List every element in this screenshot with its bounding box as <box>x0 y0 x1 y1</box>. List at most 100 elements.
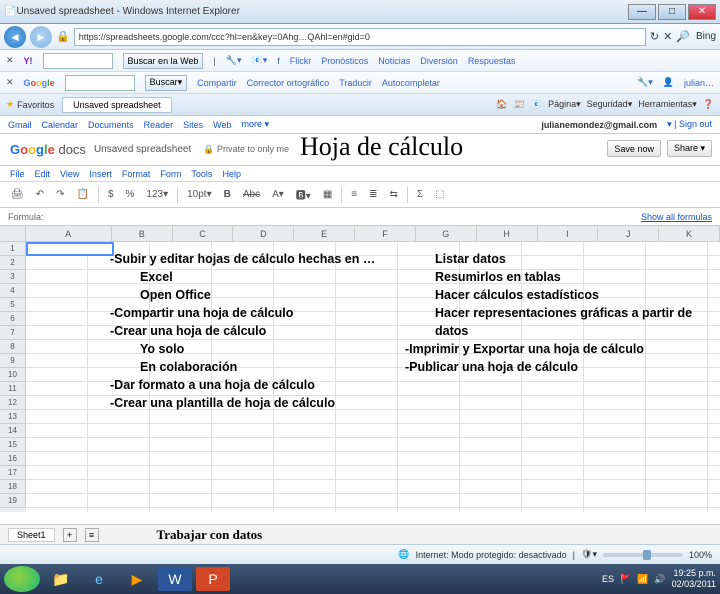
row-19[interactable]: 19 <box>0 494 26 508</box>
google-search-input[interactable] <box>65 75 135 91</box>
row-5[interactable]: 5 <box>0 298 26 312</box>
search-provider-icon[interactable]: 🔎 <box>676 30 690 43</box>
system-tray[interactable]: ES 🚩 📶 🔊 19:25 p.m. 02/03/2011 <box>602 568 716 590</box>
stop-icon[interactable]: ✕ <box>663 30 672 43</box>
valign-btn[interactable]: ≣ <box>366 188 380 201</box>
google-search-button[interactable]: Buscar▾ <box>145 75 188 91</box>
row-6[interactable]: 6 <box>0 312 26 326</box>
mail-icon[interactable]: 📧 <box>531 99 542 110</box>
favorites-button[interactable]: ★Favoritos <box>6 99 54 110</box>
close-button[interactable]: ✕ <box>688 4 716 20</box>
tb-item-answers[interactable]: Respuestas <box>468 56 516 66</box>
tb-spell[interactable]: Corrector ortográfico <box>247 78 330 88</box>
menu-view[interactable]: View <box>60 169 79 179</box>
gbar-documents[interactable]: Documents <box>88 120 134 130</box>
tb-item-mail[interactable]: 📧▾ <box>252 55 268 66</box>
formula-input[interactable] <box>50 210 641 224</box>
tray-volume-icon[interactable]: 🔊 <box>654 574 665 585</box>
zoom-slider[interactable] <box>603 553 683 557</box>
gbar-gmail[interactable]: Gmail <box>8 120 32 130</box>
column-headers[interactable]: A B C D E F G H I J K <box>0 226 720 242</box>
taskbar-clock[interactable]: 19:25 p.m. 02/03/2011 <box>672 568 716 590</box>
sigma-btn[interactable]: Σ <box>414 188 426 201</box>
share-button[interactable]: Share ▾ <box>667 140 712 157</box>
gbar-more[interactable]: more ▾ <box>241 119 269 130</box>
gbar-web[interactable]: Web <box>213 120 231 130</box>
tb-item-forecast[interactable]: Pronósticos <box>321 56 368 66</box>
sheet-tab-1[interactable]: Sheet1 <box>8 528 55 542</box>
yahoo-search-input[interactable] <box>43 53 113 69</box>
row-18[interactable]: 18 <box>0 480 26 494</box>
row-2[interactable]: 2 <box>0 256 26 270</box>
row-13[interactable]: 13 <box>0 410 26 424</box>
document-name[interactable]: Unsaved spreadsheet <box>94 144 191 155</box>
col-H[interactable]: H <box>477 226 538 241</box>
show-formulas-link[interactable]: Show all formulas <box>641 212 712 222</box>
save-button[interactable]: Save now <box>607 140 661 157</box>
sheet-menu-button[interactable]: ≡ <box>85 528 99 542</box>
active-cell[interactable] <box>26 242 114 256</box>
row-3[interactable]: 3 <box>0 270 26 284</box>
back-button[interactable]: ◄ <box>4 26 26 48</box>
forward-button[interactable]: ► <box>30 26 52 48</box>
align-btn[interactable]: ≡ <box>348 188 360 201</box>
strike-btn[interactable]: Abc <box>240 188 263 201</box>
row-11[interactable]: 11 <box>0 382 26 396</box>
tb-share[interactable]: Compartir <box>197 78 237 88</box>
taskbar-powerpoint-icon[interactable]: P <box>196 567 230 591</box>
menu-insert[interactable]: Insert <box>89 169 112 179</box>
tb-item-flickr[interactable]: Flickr <box>290 56 312 66</box>
tb-item-facebook[interactable]: f <box>277 56 280 66</box>
taskbar-media-icon[interactable]: ▶ <box>120 567 154 591</box>
row-17[interactable]: 17 <box>0 466 26 480</box>
taskbar-ie-icon[interactable]: e <box>82 567 116 591</box>
col-C[interactable]: C <box>173 226 234 241</box>
user-avatar-icon[interactable]: 👤 <box>663 77 674 88</box>
start-button[interactable] <box>4 566 40 592</box>
maximize-button[interactable]: □ <box>658 4 686 20</box>
col-D[interactable]: D <box>233 226 294 241</box>
chart-btn[interactable]: ⬚ <box>432 188 447 201</box>
browser-tab[interactable]: Unsaved spreadsheet <box>62 97 172 113</box>
yahoo-search-button[interactable]: Buscar en la Web <box>123 53 204 69</box>
privacy-label[interactable]: 🔒 Private to only me <box>203 144 289 155</box>
tb-translate[interactable]: Traducir <box>339 78 372 88</box>
gbar-calendar[interactable]: Calendar <box>42 120 79 130</box>
col-I[interactable]: I <box>538 226 599 241</box>
col-F[interactable]: F <box>355 226 416 241</box>
menu-format[interactable]: Format <box>122 169 151 179</box>
tb-autocomplete[interactable]: Autocompletar <box>382 78 440 88</box>
number-format-btn[interactable]: 123▾ <box>143 188 171 201</box>
refresh-icon[interactable]: ↻ <box>650 30 659 43</box>
row-headers[interactable]: 1 2 3 4 5 6 7 8 9 10 11 12 13 14 15 16 1… <box>0 242 26 512</box>
page-menu[interactable]: Página▾ <box>548 99 581 110</box>
col-E[interactable]: E <box>294 226 355 241</box>
google-docs-logo[interactable]: Google docs <box>10 142 86 157</box>
spreadsheet[interactable]: A B C D E F G H I J K 1 2 3 4 5 6 7 8 9 … <box>0 226 720 524</box>
currency-btn[interactable]: $ <box>105 188 117 201</box>
feeds-icon[interactable]: 📰 <box>514 99 525 110</box>
row-4[interactable]: 4 <box>0 284 26 298</box>
col-B[interactable]: B <box>112 226 173 241</box>
percent-btn[interactable]: % <box>123 188 138 201</box>
fill-color-btn[interactable]: 🅱▾ <box>293 186 314 203</box>
col-G[interactable]: G <box>416 226 477 241</box>
undo-icon[interactable]: ↶ <box>33 188 47 201</box>
home-icon[interactable]: 🏠 <box>496 99 507 110</box>
menu-file[interactable]: File <box>10 169 25 179</box>
tb-item-1[interactable]: 🔧▾ <box>226 55 242 66</box>
row-7[interactable]: 7 <box>0 326 26 340</box>
menu-edit[interactable]: Edit <box>35 169 51 179</box>
menu-help[interactable]: Help <box>222 169 241 179</box>
tray-flag-icon[interactable]: 🚩 <box>620 574 631 585</box>
taskbar-word-icon[interactable]: W <box>158 567 192 591</box>
add-sheet-button[interactable]: + <box>63 528 77 542</box>
col-K[interactable]: K <box>659 226 720 241</box>
zoom-level[interactable]: 100% <box>689 550 712 560</box>
row-9[interactable]: 9 <box>0 354 26 368</box>
tools-menu[interactable]: Herramientas▾ <box>638 99 697 110</box>
bold-btn[interactable]: B <box>221 188 234 201</box>
select-all-corner[interactable] <box>0 226 26 241</box>
paste-icon[interactable]: 📋 <box>73 188 91 201</box>
menu-form[interactable]: Form <box>160 169 181 179</box>
